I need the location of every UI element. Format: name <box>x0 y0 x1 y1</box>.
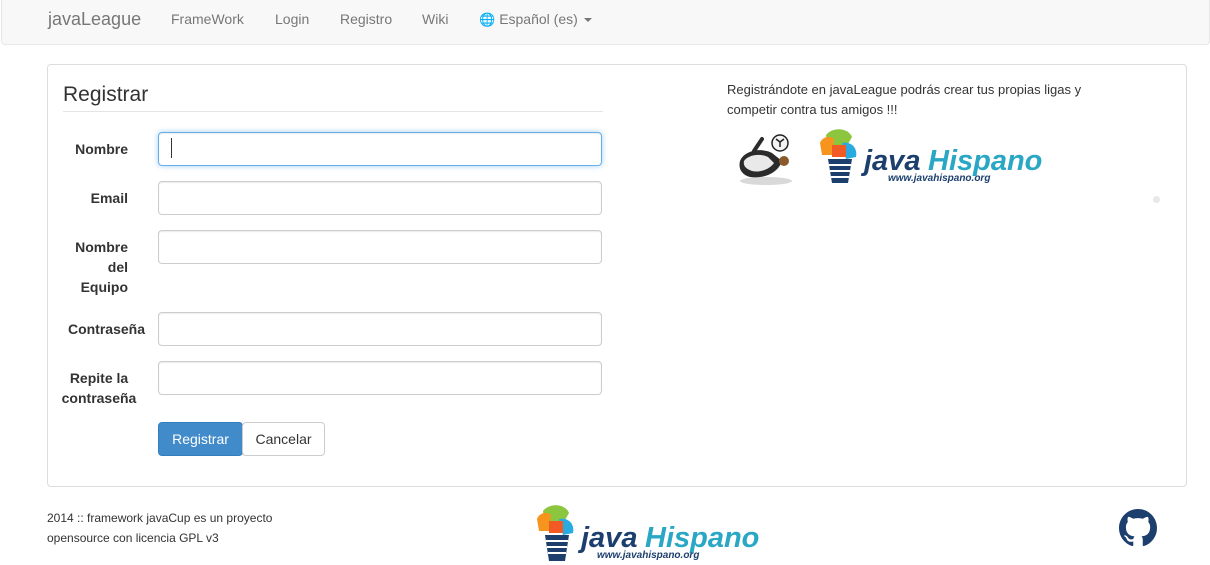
label-email: Email <box>90 190 128 206</box>
form-title: Registrar <box>63 83 603 112</box>
javahispano-logo: java Hispano www.javahispano.org <box>820 129 1042 184</box>
label-contrasena: Contraseña <box>67 321 145 337</box>
language-dropdown[interactable]: 🌐 Español (es) <box>479 0 592 44</box>
brand-link[interactable]: javaLeague <box>48 0 141 44</box>
caret-down-icon <box>583 18 592 23</box>
nombre-input[interactable] <box>158 132 602 166</box>
footer-text: 2014 :: framework javaCup es un proyecto… <box>47 511 273 545</box>
nav-wiki[interactable]: Wiki <box>422 0 448 44</box>
globe-icon: 🌐 <box>479 12 496 27</box>
footer-javahispano-logo[interactable]: java Hispano www.javahispano.org <box>533 505 789 565</box>
confirm-password-input[interactable] <box>158 361 602 395</box>
label-repite-contrasena: Repite la contraseña <box>61 370 137 406</box>
password-input[interactable] <box>158 312 602 346</box>
javaleague-mascot-icon <box>739 134 792 185</box>
footer-logo-url-text: www.javahispano.org <box>597 550 699 561</box>
navbar: javaLeague FrameWork Login Registro Wiki… <box>1 0 1210 45</box>
register-panel: Registrar Nombre Email Nombre del Equipo… <box>47 64 1187 487</box>
nav-login[interactable]: Login <box>275 0 309 44</box>
nav-framework[interactable]: FrameWork <box>171 0 244 44</box>
nav-registro[interactable]: Registro <box>340 0 392 44</box>
github-icon[interactable] <box>1119 509 1157 547</box>
logo-url-text: www.javahispano.org <box>888 173 990 184</box>
language-label: Español (es) <box>499 11 578 27</box>
email-input[interactable] <box>158 181 602 215</box>
promo-text: Registrándote en javaLeague podrás crear… <box>727 82 1082 117</box>
text-cursor <box>171 138 172 158</box>
decorative-dot <box>1153 196 1160 203</box>
team-name-input[interactable] <box>158 230 602 264</box>
registrar-button[interactable]: Registrar <box>158 422 243 456</box>
label-nombre-equipo: Nombre del Equipo <box>75 239 128 295</box>
label-nombre: Nombre <box>75 141 128 157</box>
cancelar-button[interactable]: Cancelar <box>242 422 325 456</box>
